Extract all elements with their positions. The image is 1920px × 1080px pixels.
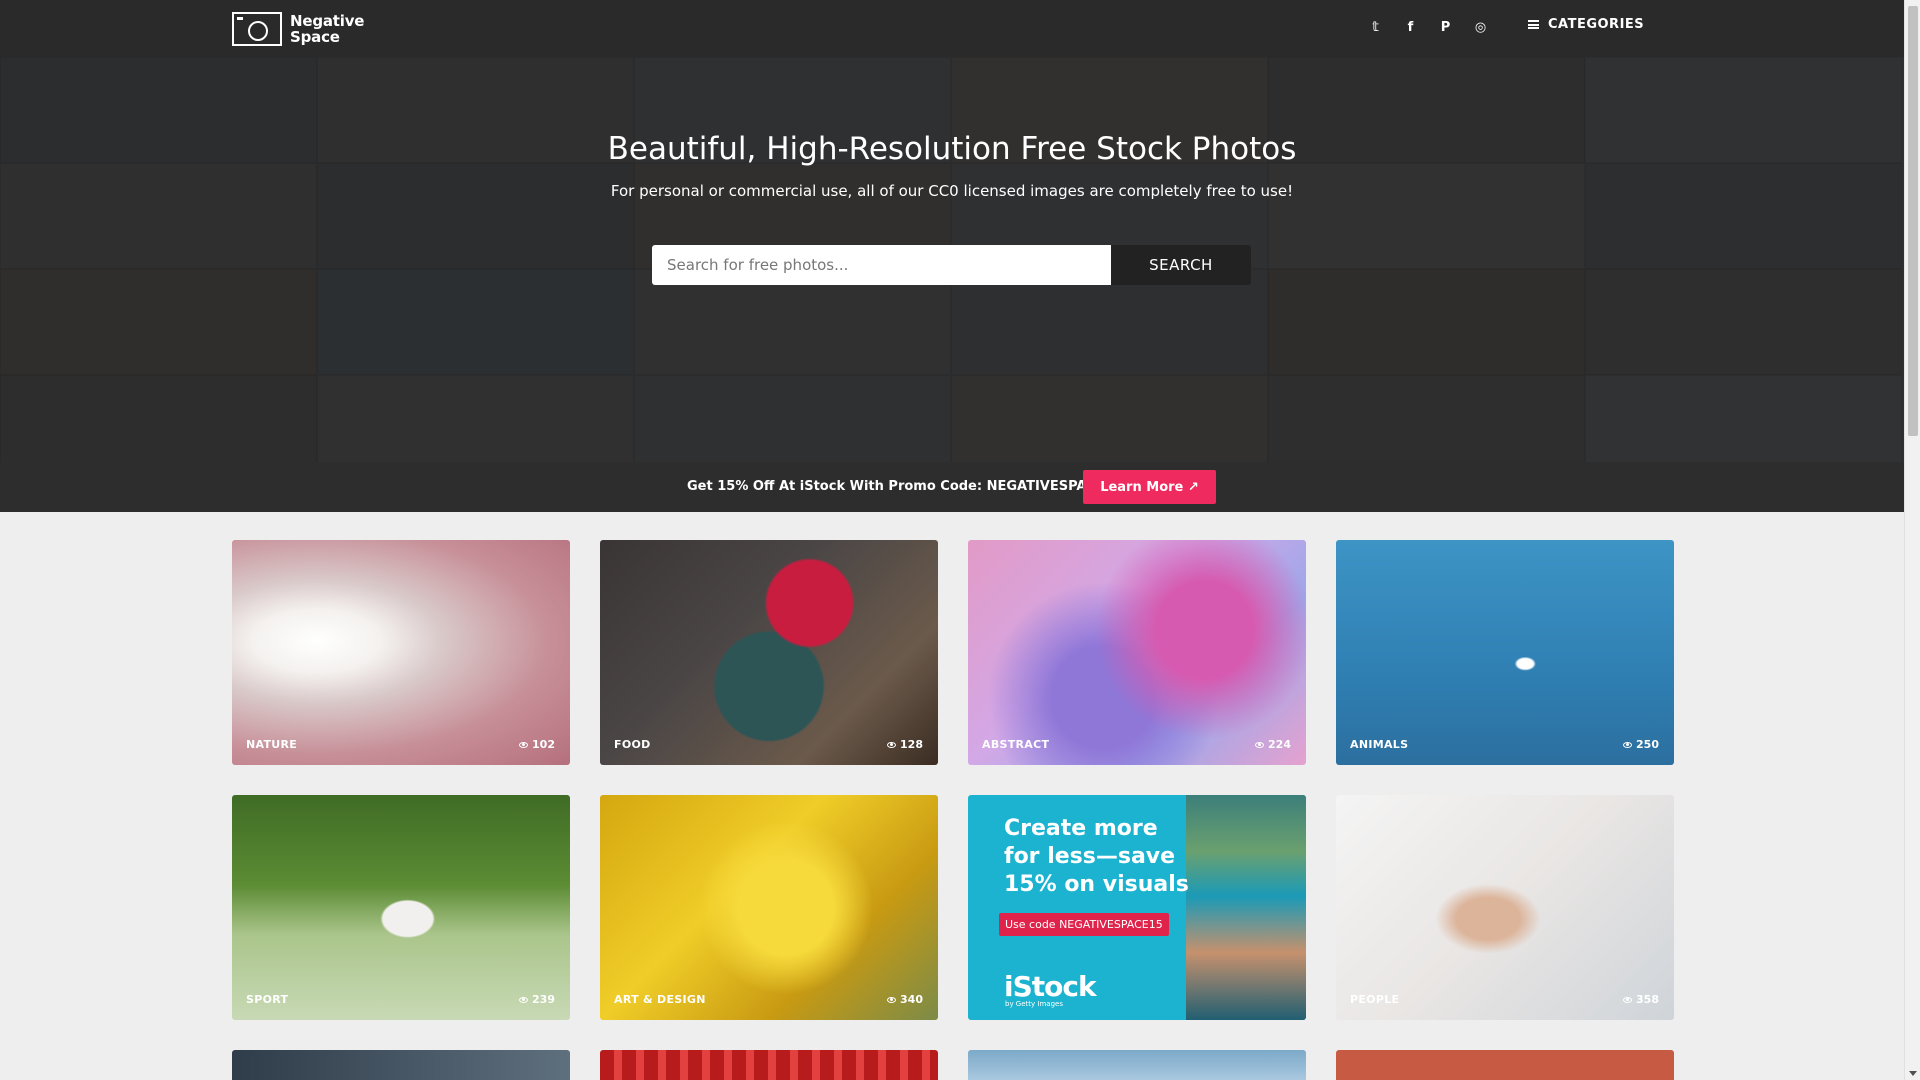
card-label: ANIMALS	[1350, 738, 1409, 751]
ad-photo-collage	[1186, 795, 1306, 1020]
eye-icon	[519, 741, 529, 748]
pinterest-icon[interactable]: P	[1428, 18, 1463, 38]
category-card-nature[interactable]: NATURE 102	[232, 540, 570, 765]
card-views: 239	[519, 993, 555, 1006]
hero-subtitle: For personal or commercial use, all of o…	[610, 182, 1294, 200]
social-links: 𝕥 f P ◎	[1358, 18, 1498, 38]
categories-label: CATEGORIES	[1548, 17, 1645, 32]
search-button[interactable]: SEARCH	[1111, 245, 1251, 285]
card-label: ABSTRACT	[982, 738, 1050, 751]
hero-section: Beautiful, High-Resolution Free Stock Ph…	[0, 57, 1904, 462]
learn-more-label: Learn More	[1100, 479, 1184, 495]
categories-menu-button[interactable]: CATEGORIES	[1528, 17, 1644, 32]
logo-line-1: Negative	[290, 12, 365, 30]
ad-title-line-2: for less—save	[1004, 844, 1176, 869]
view-count: 358	[1636, 993, 1659, 1006]
view-count: 224	[1268, 738, 1291, 751]
category-card-partial[interactable]	[1336, 1050, 1674, 1080]
category-card-food[interactable]: FOOD 128	[600, 540, 938, 765]
istock-sublogo: by Getty Images	[1005, 1000, 1063, 1008]
view-count: 340	[900, 993, 923, 1006]
category-grid: NATURE 102 FOOD 128 ABSTRACT 224 ANIMALS…	[232, 540, 1674, 1080]
card-views: 358	[1623, 993, 1659, 1006]
card-views: 250	[1623, 738, 1659, 751]
logo-text: Negative Space	[290, 13, 364, 45]
ad-title-line-1: Create more	[1004, 816, 1158, 841]
card-views: 224	[1255, 738, 1291, 751]
eye-icon	[519, 996, 529, 1003]
card-label: ART & DESIGN	[614, 993, 706, 1006]
twitter-icon[interactable]: 𝕥	[1358, 18, 1393, 38]
promo-text: Get 15% Off At iStock With Promo Code: N…	[687, 479, 1124, 494]
category-card-art-design[interactable]: ART & DESIGN 340	[600, 795, 938, 1020]
learn-more-button[interactable]: Learn More ↗	[1083, 470, 1216, 504]
view-count: 250	[1636, 738, 1659, 751]
site-logo[interactable]: Negative Space	[232, 12, 364, 46]
category-card-sport[interactable]: SPORT 239	[232, 795, 570, 1020]
eye-icon	[887, 996, 897, 1003]
ad-promo-code: Use code NEGATIVESPACE15	[999, 913, 1169, 936]
view-count: 102	[532, 738, 555, 751]
category-card-partial[interactable]	[600, 1050, 938, 1080]
facebook-icon[interactable]: f	[1393, 18, 1428, 38]
scroll-down-arrow-icon[interactable]	[1909, 1071, 1917, 1076]
eye-icon	[887, 741, 897, 748]
card-views: 102	[519, 738, 555, 751]
search-form: SEARCH	[652, 245, 1251, 285]
category-card-animals[interactable]: ANIMALS 250	[1336, 540, 1674, 765]
card-label: PEOPLE	[1350, 993, 1400, 1006]
promo-bar: Get 15% Off At iStock With Promo Code: N…	[0, 462, 1904, 512]
camera-logo-icon	[232, 12, 282, 46]
scrollbar-thumb[interactable]	[1908, 6, 1918, 436]
card-label: SPORT	[246, 993, 289, 1006]
hamburger-icon	[1528, 20, 1539, 29]
category-card-partial[interactable]	[232, 1050, 570, 1080]
ad-title-line-3: 15% on visuals	[1004, 872, 1189, 897]
hero-title: Beautiful, High-Resolution Free Stock Ph…	[607, 131, 1297, 167]
ad-title: Create more for less—save 15% on visuals	[1004, 815, 1189, 899]
logo-line-2: Space	[290, 28, 340, 46]
istock-ad-card[interactable]: Create more for less—save 15% on visuals…	[968, 795, 1306, 1020]
card-views: 128	[887, 738, 923, 751]
card-views: 340	[887, 993, 923, 1006]
external-link-icon: ↗	[1187, 479, 1199, 495]
istock-logo: iStock	[1004, 970, 1097, 1003]
view-count: 239	[532, 993, 555, 1006]
card-label: NATURE	[246, 738, 298, 751]
view-count: 128	[900, 738, 923, 751]
eye-icon	[1623, 996, 1633, 1003]
instagram-icon[interactable]: ◎	[1463, 18, 1498, 38]
category-card-people[interactable]: PEOPLE 358	[1336, 795, 1674, 1020]
card-label: FOOD	[614, 738, 651, 751]
eye-icon	[1255, 741, 1265, 748]
page-scrollbar[interactable]	[1904, 0, 1920, 1080]
eye-icon	[1623, 741, 1633, 748]
search-input[interactable]	[652, 245, 1111, 285]
category-card-abstract[interactable]: ABSTRACT 224	[968, 540, 1306, 765]
top-navbar: Negative Space 𝕥 f P ◎ CATEGORIES	[0, 0, 1904, 57]
category-card-partial[interactable]	[968, 1050, 1306, 1080]
